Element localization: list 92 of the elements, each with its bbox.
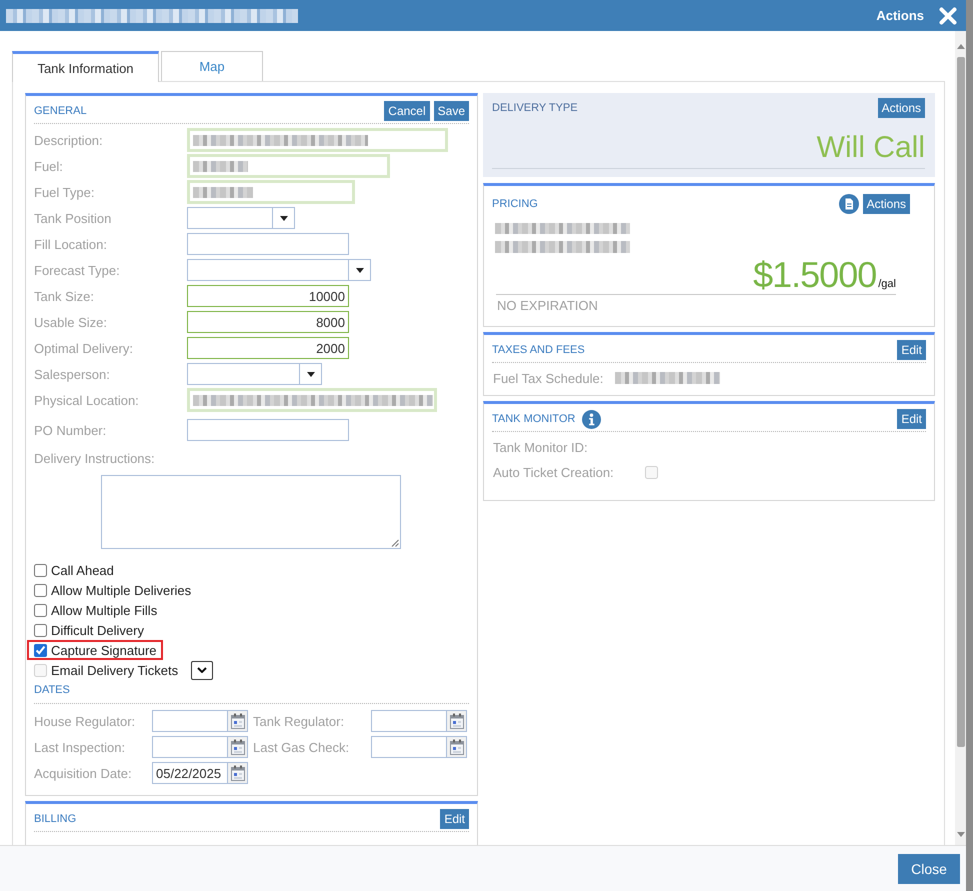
actions-button[interactable]: Actions [878,98,925,118]
calendar-button[interactable] [447,710,467,732]
select-field[interactable] [187,363,322,385]
calendar-button[interactable] [228,710,248,732]
input-field[interactable]: 2000 [187,337,349,359]
close-button[interactable]: Close [898,854,960,884]
scroll-down-icon[interactable] [956,832,964,837]
field-label: Salesperson: [34,366,111,382]
field-label: Fuel: [34,158,64,174]
field-label: Usable Size: [34,314,108,330]
actions-link[interactable]: Actions [876,8,924,23]
section-title: GENERAL [34,105,87,117]
section-title: DATES [34,684,70,696]
checkbox-label: Allow Multiple Fills [51,602,158,618]
field-label: Fill Location: [34,236,108,252]
price-value: $1.5000 [753,257,876,293]
input-field[interactable]: 10000 [187,285,349,307]
section-title: PRICING [492,198,538,210]
field-label: Acquisition Date: [34,766,133,780]
scroll-up-icon[interactable] [956,44,964,49]
field-label: Tank Size: [34,288,95,304]
section-title: TAXES AND FEES [492,344,585,356]
date-field[interactable] [152,736,228,758]
edit-button[interactable]: Edit [440,809,469,829]
edit-button[interactable]: Edit [897,340,926,360]
checkbox-label: Capture Signature [51,642,157,658]
checkbox[interactable] [34,604,47,616]
save-button[interactable]: Save [434,101,469,121]
info-icon[interactable] [582,410,602,428]
calendar-icon [230,765,244,781]
date-field[interactable]: 05/22/2025 [152,762,228,784]
caret-icon [356,268,364,272]
blurred-text [193,160,248,172]
field-label: Last Inspection: [34,740,126,754]
checkbox-label: Difficult Delivery [51,622,144,638]
field-label: Fuel Tax Schedule: [493,370,604,386]
actions-button[interactable]: Actions [862,194,910,214]
field-label: Tank Position [34,210,112,226]
price-unit: /gal [878,278,896,290]
input-field[interactable]: 8000 [187,311,349,333]
field-label: House Regulator: [34,714,136,728]
field-label: Delivery Instructions: [34,450,155,466]
checkbox[interactable] [34,564,47,576]
cancel-button[interactable]: Cancel [384,101,430,121]
checkbox[interactable] [34,624,47,636]
checkbox[interactable] [34,644,47,656]
scrollbar[interactable] [955,31,966,845]
field-label: Tank Regulator: [253,714,346,728]
tab[interactable]: Map [161,51,263,81]
checkbox-label: Allow Multiple Deliveries [51,582,192,598]
expiration-text: NO EXPIRATION [496,298,599,313]
section-title: BILLING [34,813,76,825]
calendar-icon [230,713,244,729]
document-icon[interactable] [838,194,859,214]
field-label: Optimal Delivery: [34,340,134,356]
blurred-text [193,186,253,198]
textarea-field[interactable] [101,475,401,549]
select-field[interactable] [187,259,371,281]
date-field[interactable] [371,736,447,758]
chevron-down-icon [197,667,208,673]
select-field[interactable] [187,207,295,229]
field-label: Physical Location: [34,392,140,408]
field-label: PO Number: [34,422,108,438]
close-icon[interactable] [939,6,957,24]
checkbox-label: Email Delivery Tickets [51,662,178,678]
section-title: DELIVERY TYPE [492,102,578,114]
calendar-button[interactable] [447,736,467,758]
resize-grip-icon[interactable] [391,539,399,547]
calendar-icon [450,713,464,729]
caret-icon [306,372,314,376]
field-label: Fuel Type: [34,184,96,200]
caret-icon [280,216,288,220]
field-label: Auto Ticket Creation: [493,465,615,480]
date-field[interactable] [152,710,228,732]
calendar-icon [230,739,244,755]
calendar-icon [450,739,464,755]
input-field[interactable] [187,233,349,255]
field-label: Tank Monitor ID: [493,440,589,455]
section-title: TANK MONITOR [492,413,576,425]
calendar-button[interactable] [228,736,248,758]
checkbox-label: Call Ahead [51,562,114,578]
field-label: Forecast Type: [34,262,121,278]
date-field[interactable] [371,710,447,732]
calendar-button[interactable] [228,762,248,784]
tab[interactable]: Tank Information [12,51,159,82]
scrollbar-thumb[interactable] [956,57,964,747]
edit-button[interactable]: Edit [897,409,926,429]
checkbox[interactable] [34,584,47,596]
input-field[interactable] [187,419,349,441]
delivery-type-value: Will Call [816,131,925,164]
field-label: Description: [34,132,104,148]
field-label: Last Gas Check: [253,740,350,754]
